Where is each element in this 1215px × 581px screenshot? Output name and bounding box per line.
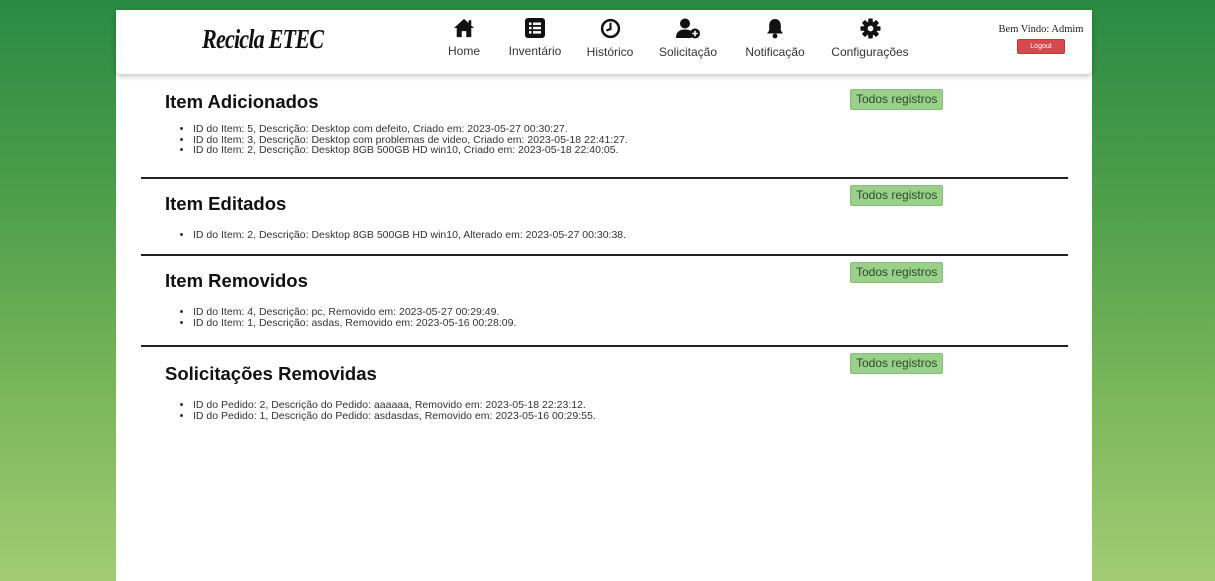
nav-notificacao-label: Notificação <box>745 45 805 59</box>
nav-configuracoes-label: Configurações <box>831 45 909 59</box>
list-item: ID do Item: 1, Descrição: asdas, Removid… <box>193 317 516 329</box>
list-item: ID do Item: 2, Descrição: Desktop 8GB 50… <box>193 145 628 156</box>
item-list: ID do Item: 5, Descrição: Desktop com de… <box>165 124 628 156</box>
gear-icon <box>859 18 881 39</box>
bell-icon <box>767 19 783 39</box>
list-item: ID do Pedido: 1, Descrição do Pedido: as… <box>193 410 596 422</box>
nav-home[interactable]: Home <box>446 18 482 58</box>
home-icon <box>454 18 474 38</box>
nav-notificacao[interactable]: Notificação <box>742 18 808 59</box>
logout-button[interactable]: Logout <box>1017 39 1065 54</box>
nav-historico-label: Histórico <box>586 45 634 59</box>
section-title: Item Adicionados <box>165 91 319 112</box>
item-list: ID do Pedido: 2, Descrição do Pedido: aa… <box>165 400 596 421</box>
list-item: ID do Item: 5, Descrição: Desktop com de… <box>193 124 628 135</box>
all-records-button[interactable]: Todos registros <box>850 89 944 110</box>
nav-configuracoes[interactable]: Configurações <box>828 18 912 59</box>
list-item: ID do Item: 4, Descrição: pc, Removido e… <box>193 307 516 318</box>
list-icon <box>525 18 545 38</box>
nav-solicitacao[interactable]: Solicitação <box>656 18 720 59</box>
nav-home-label: Home <box>447 44 480 58</box>
nav-inventario-label: Inventário <box>508 44 562 58</box>
item-list: ID do Item: 4, Descrição: pc, Removido e… <box>165 307 516 328</box>
all-records-button[interactable]: Todos registros <box>850 262 944 283</box>
all-records-button[interactable]: Todos registros <box>850 353 944 374</box>
main-panel: Recicla ETEC Home Inventário Histórico S… <box>116 10 1092 581</box>
nav-historico[interactable]: Histórico <box>582 18 638 59</box>
list-item: ID do Pedido: 2, Descrição do Pedido: aa… <box>193 400 596 411</box>
nav-inventario[interactable]: Inventário <box>505 18 565 58</box>
section-title: Item Removidos <box>165 270 308 291</box>
item-list: ID do Item: 2, Descrição: Desktop 8GB 50… <box>165 230 626 241</box>
top-navbar: Recicla ETEC Home Inventário Histórico S… <box>116 10 1092 74</box>
nav-solicitacao-label: Solicitação <box>658 45 718 59</box>
section-title: Item Editados <box>165 193 287 214</box>
all-records-button[interactable]: Todos registros <box>850 185 944 206</box>
section-divider <box>141 254 1068 256</box>
section-title: Solicitações Removidas <box>165 363 377 384</box>
section-divider <box>141 177 1068 179</box>
user-add-icon <box>676 18 700 39</box>
welcome-text: Bem Vindo: Admim <box>998 24 1084 35</box>
app-logo[interactable]: Recicla ETEC <box>202 24 324 55</box>
list-item: ID do Item: 2, Descrição: Desktop 8GB 50… <box>193 230 626 241</box>
clock-icon <box>600 18 620 39</box>
user-area: Bem Vindo: Admim Logout <box>996 24 1086 54</box>
section-divider <box>141 345 1068 347</box>
